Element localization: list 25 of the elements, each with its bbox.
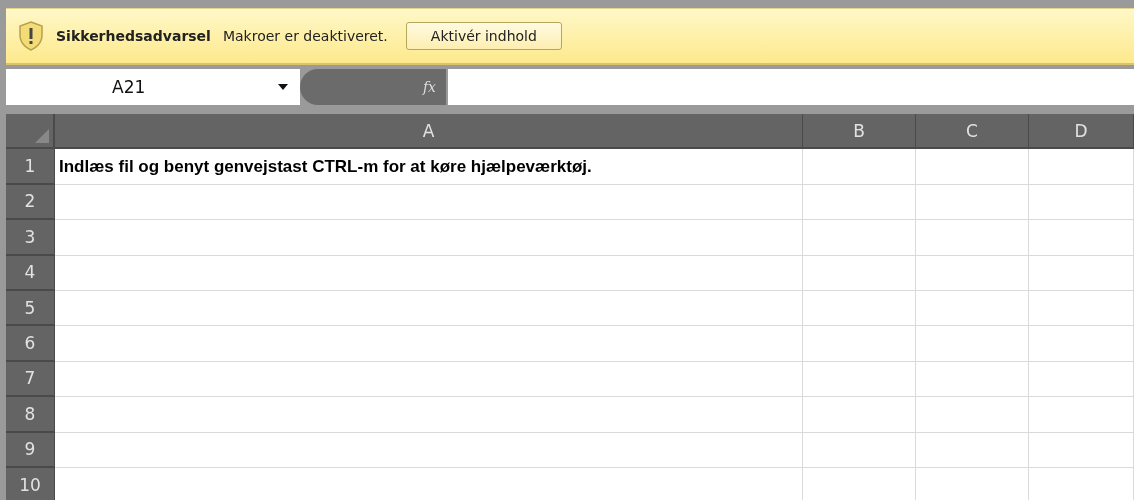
warning-message: Makroer er deaktiveret.: [222, 28, 388, 44]
caret-icon[interactable]: [278, 84, 288, 90]
warning-title: Sikkerhedsadvarsel: [56, 28, 211, 44]
row-header[interactable]: 3: [6, 220, 55, 256]
row-header[interactable]: 9: [6, 432, 55, 468]
row-header[interactable]: 6: [6, 326, 55, 362]
name-box[interactable]: A21: [6, 69, 300, 105]
row-header[interactable]: 7: [6, 361, 55, 398]
table-cell: Indlæs fil og benyt genvejstast CTRL-m for at køre hjælpeværktøj.: [55, 149, 803, 185]
row-header[interactable]: 1: [6, 149, 55, 185]
select-all-button[interactable]: [6, 114, 55, 150]
row-header[interactable]: 10: [6, 467, 55, 500]
column-header[interactable]: A: [55, 114, 803, 150]
column-header[interactable]: C: [916, 114, 1029, 150]
insert-function-button[interactable]: fx: [422, 79, 436, 95]
triangle-icon: [35, 129, 49, 144]
formula-input[interactable]: [446, 69, 1134, 105]
row-header[interactable]: 2: [6, 184, 55, 221]
warning-shield-icon: [18, 21, 44, 51]
column-header[interactable]: B: [803, 114, 916, 150]
row-header[interactable]: 8: [6, 397, 55, 433]
enable-content-button[interactable]: Aktivér indhold: [405, 22, 562, 50]
row-header[interactable]: 5: [6, 290, 55, 327]
row-header[interactable]: 4: [6, 255, 55, 291]
column-header[interactable]: D: [1029, 114, 1134, 150]
